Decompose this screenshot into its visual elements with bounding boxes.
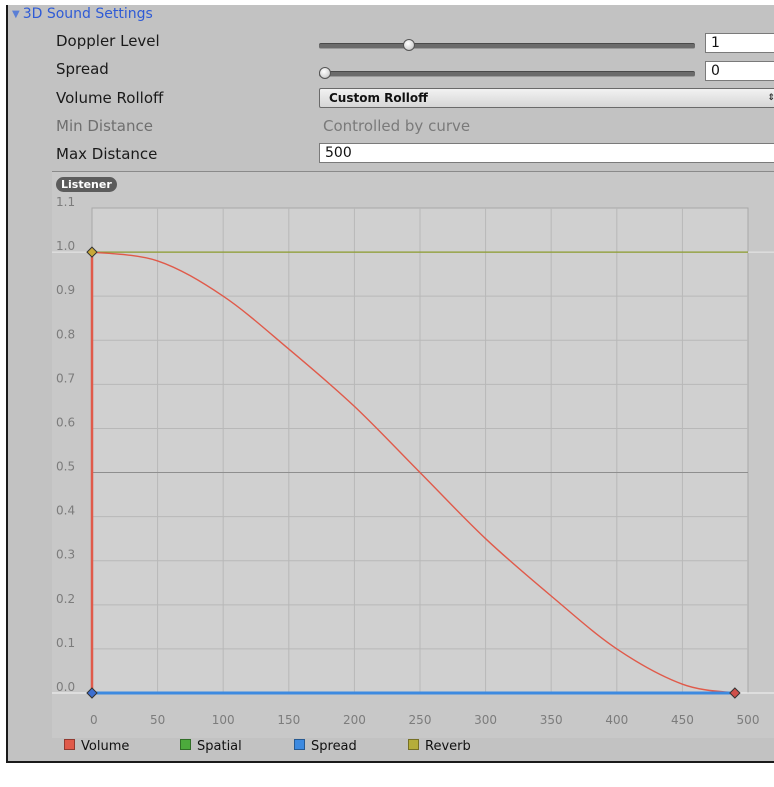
- section-title: 3D Sound Settings: [22, 6, 153, 22]
- y-tick-label: 0.2: [56, 592, 75, 606]
- dropdown-arrows-icon: ⇕: [767, 89, 774, 107]
- doppler-level-slider[interactable]: [319, 43, 695, 49]
- min-distance-label: Min Distance: [56, 117, 153, 135]
- legend-item-spread[interactable]: Spread: [294, 739, 357, 755]
- listener-badge[interactable]: Listener: [56, 177, 117, 192]
- y-tick-label: 0.6: [56, 415, 75, 429]
- legend-swatch-icon: [64, 739, 75, 750]
- max-distance-field[interactable]: 500: [319, 143, 774, 163]
- doppler-level-field[interactable]: 1: [705, 33, 774, 53]
- x-tick-label: 150: [277, 713, 300, 727]
- legend-label: Spatial: [197, 739, 242, 754]
- doppler-level-slider-thumb[interactable]: [402, 39, 415, 51]
- legend-label: Reverb: [425, 739, 471, 754]
- x-tick-label: 100: [212, 713, 235, 727]
- x-tick-label: 450: [671, 713, 694, 727]
- min-distance-value: Controlled by curve: [323, 117, 471, 135]
- spread-slider-thumb[interactable]: [319, 67, 331, 79]
- volume-rolloff-label: Volume Rolloff: [56, 89, 164, 107]
- spread-slider[interactable]: [319, 71, 695, 77]
- legend-item-reverb[interactable]: Reverb: [408, 739, 471, 755]
- y-tick-label: 0.3: [56, 548, 75, 562]
- audio-source-inspector: ▼ 3D Sound Settings Doppler Level 1 Sprea…: [6, 5, 774, 763]
- x-tick-label: 250: [409, 713, 432, 727]
- collapse-triangle-icon[interactable]: ▼: [12, 9, 20, 20]
- rolloff-curve-graph[interactable]: 0 50 100 150 200 250 300 350 400 450 500 1.1 1.0 0.9 0…: [52, 171, 774, 738]
- y-tick-label: 1.1: [56, 195, 75, 209]
- legend-label: Volume: [81, 739, 130, 754]
- section-header[interactable]: ▼ 3D Sound Settings: [12, 6, 153, 22]
- x-tick-label: 0: [90, 713, 98, 727]
- max-distance-label: Max Distance: [56, 145, 158, 163]
- y-tick-label: 0.7: [56, 371, 75, 385]
- y-tick-label: 0.5: [56, 460, 75, 474]
- y-tick-label: 1.0: [56, 239, 75, 253]
- volume-rolloff-value: Custom Rolloff: [329, 91, 428, 105]
- legend-swatch-icon: [180, 739, 191, 750]
- legend-swatch-icon: [294, 739, 305, 750]
- spread-field[interactable]: 0: [705, 61, 774, 81]
- rolloff-curve-svg[interactable]: 0 50 100 150 200 250 300 350 400 450 500 1.1 1.0 0.9 0…: [52, 172, 774, 738]
- y-tick-label: 0.8: [56, 327, 75, 341]
- legend-item-volume[interactable]: Volume: [64, 739, 129, 755]
- x-tick-label: 50: [150, 713, 165, 727]
- y-tick-label: 0.4: [56, 504, 75, 518]
- x-tick-label: 350: [540, 713, 563, 727]
- legend-swatch-icon: [408, 739, 419, 750]
- x-tick-label: 200: [343, 713, 366, 727]
- spread-label: Spread: [56, 60, 109, 78]
- x-tick-label: 400: [605, 713, 628, 727]
- legend-label: Spread: [311, 739, 357, 754]
- doppler-level-label: Doppler Level: [56, 32, 160, 50]
- y-tick-label: 0.1: [56, 636, 75, 650]
- y-tick-label: 0.0: [56, 680, 75, 694]
- x-tick-label: 300: [474, 713, 497, 727]
- volume-rolloff-dropdown[interactable]: Custom Rolloff ⇕: [319, 88, 774, 108]
- y-tick-label: 0.9: [56, 283, 75, 297]
- x-tick-label: 500: [737, 713, 760, 727]
- legend-item-spatial[interactable]: Spatial: [180, 739, 242, 755]
